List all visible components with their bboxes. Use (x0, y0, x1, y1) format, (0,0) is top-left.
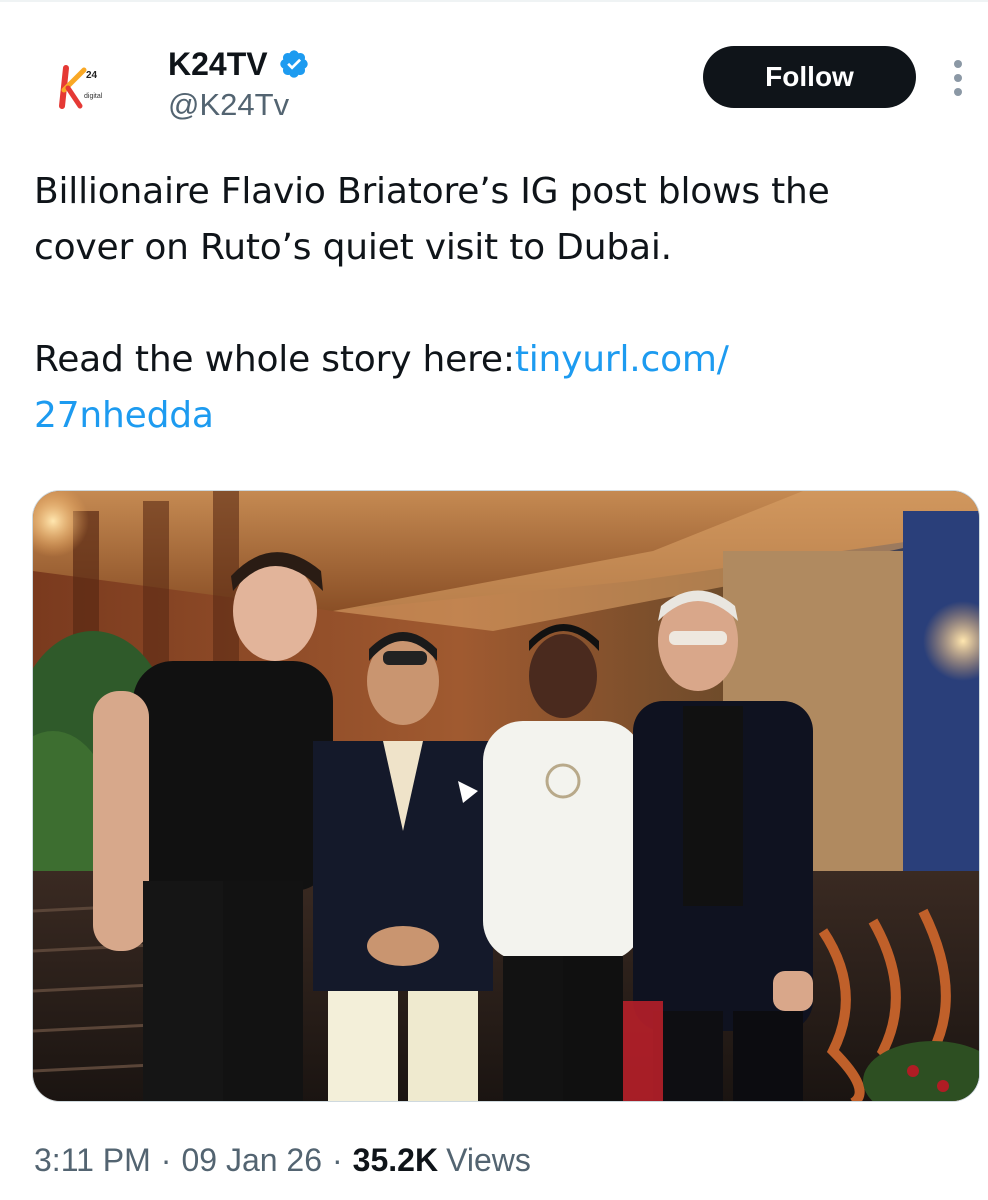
svg-text:digital: digital (84, 93, 103, 100)
k24-digital-logo-icon: 24 digital (59, 65, 103, 109)
tweet-meta: 3:11 PM · 09 Jan 26 · 35.2K Views (34, 1140, 531, 1180)
story-link-continued[interactable]: 27nhedda (34, 395, 214, 436)
photo-image (33, 491, 979, 1101)
svg-text:24: 24 (86, 70, 98, 81)
story-link[interactable]: tinyurl.com/ (515, 339, 729, 380)
verified-badge-icon (279, 50, 308, 78)
tweet-time[interactable]: 3:11 PM (34, 1140, 151, 1180)
read-story-text: Read the whole story here: (34, 339, 515, 380)
tweet-line-2: cover on Ruto’s quiet visit to Dubai. (34, 227, 672, 268)
tweet-text: Billionaire Flavio Briatore’s IG post bl… (34, 164, 934, 444)
tweet-date[interactable]: 09 Jan 26 (181, 1140, 322, 1180)
views-count[interactable]: 35.2K (353, 1140, 438, 1180)
tweet-line-3: Read the whole story here:tinyurl.com/ (34, 332, 934, 388)
follow-button[interactable]: Follow (703, 46, 916, 108)
views-label: Views (446, 1142, 531, 1178)
meta-separator: · (332, 1142, 343, 1178)
author-handle[interactable]: @K24Tv (168, 86, 289, 124)
avatar[interactable]: 24 digital (40, 48, 136, 128)
tweet-line-4: 27nhedda (34, 388, 934, 444)
meta-separator: · (160, 1142, 172, 1178)
more-vertical-icon[interactable] (944, 56, 972, 100)
tweet-line-1: Billionaire Flavio Briatore’s IG post bl… (34, 171, 830, 212)
author-name-row: K24TV (168, 44, 310, 84)
top-divider (0, 0, 988, 2)
display-name[interactable]: K24TV (168, 44, 268, 84)
tweet-photo[interactable] (32, 490, 980, 1102)
